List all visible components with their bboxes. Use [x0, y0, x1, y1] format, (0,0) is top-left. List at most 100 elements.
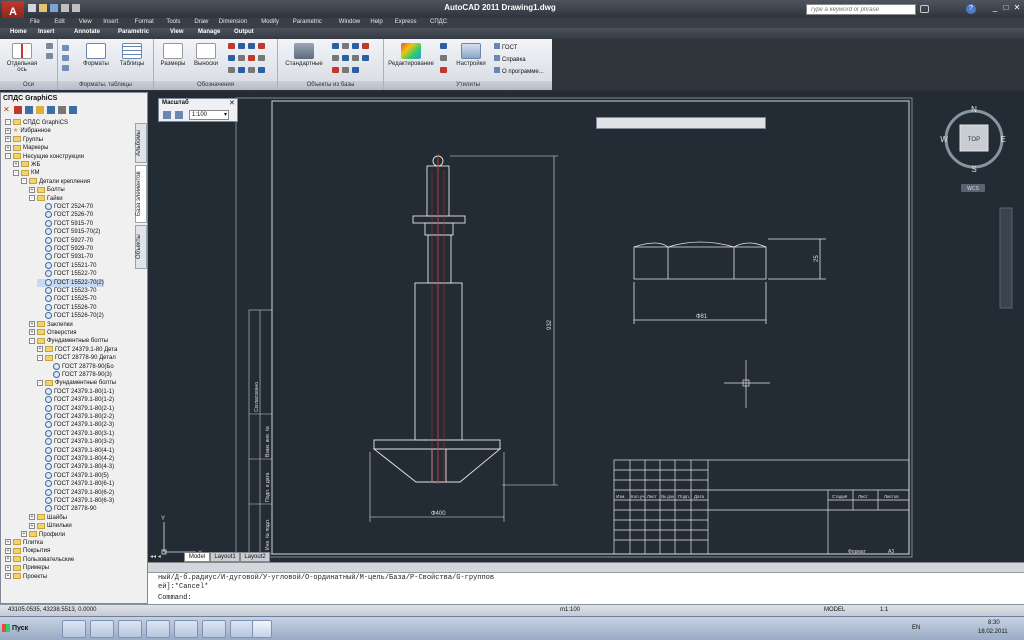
base-tool-icon[interactable] [352, 43, 359, 49]
tree-item[interactable]: ГОСТ 24379.1-80(2-3) [37, 421, 114, 429]
folder-icon[interactable] [36, 106, 44, 114]
taskbar-app-button[interactable] [118, 620, 142, 638]
tree-item[interactable]: ГОСТ 24379.1-80(6-2) [37, 488, 114, 497]
menu-item[interactable]: Express [395, 19, 417, 25]
tree-item[interactable]: ГОСТ 28778-90 [37, 505, 96, 513]
expand-icon[interactable]: + [29, 329, 35, 336]
base-tool-icon[interactable] [342, 43, 349, 49]
small-tool-icon[interactable] [62, 45, 69, 51]
notation-tool-icon[interactable] [228, 55, 235, 61]
dims-button[interactable]: Размеры [157, 43, 189, 67]
notation-tool-icon[interactable] [238, 55, 245, 61]
viewcube-south[interactable]: S [971, 165, 976, 174]
notation-tool-icon[interactable] [258, 43, 265, 49]
taskbar-app-button[interactable] [174, 620, 198, 638]
tab-model[interactable]: Model [184, 552, 210, 562]
tree-item[interactable]: ГОСТ 24379.1-80(1-2) [37, 396, 114, 404]
expand-icon[interactable]: + [5, 539, 11, 546]
scale-status[interactable]: m1:100 [560, 607, 580, 613]
notation-tool-icon[interactable] [258, 55, 265, 61]
expand-icon[interactable]: + [21, 531, 27, 538]
wcs-menu[interactable]: WCS [967, 186, 979, 192]
collapse-icon[interactable]: - [5, 119, 11, 126]
notation-tool-icon[interactable] [238, 43, 245, 49]
axis-tool-icon[interactable] [46, 53, 53, 59]
tree-item[interactable]: + ГОСТ 24379.1-80 Дета [37, 346, 117, 354]
base-tool-icon[interactable] [352, 67, 359, 73]
expand-icon[interactable]: + [29, 522, 35, 529]
collapse-icon[interactable]: - [37, 379, 43, 386]
tree-item[interactable]: ГОСТ 24379.1-80(3-2) [37, 438, 114, 446]
tree-item[interactable]: - Фундаментные болты [29, 337, 108, 345]
menu-item[interactable]: СПДС [430, 19, 447, 25]
tree-item[interactable]: + Отверстия [29, 329, 77, 337]
minimize-button[interactable]: _ [990, 3, 1000, 13]
tree-item[interactable]: ГОСТ 28778-90(3) [45, 371, 112, 379]
menu-item[interactable]: Parametric [293, 19, 322, 25]
tree-item[interactable]: ГОСТ 24379.1-80(2-2) [37, 413, 114, 421]
ribbon-tab[interactable]: Insert [38, 29, 54, 35]
tree-item[interactable]: - КМ [13, 169, 40, 177]
expand-icon[interactable]: + [5, 564, 11, 571]
tree-item[interactable]: + Шпильки [29, 522, 72, 530]
viewcube[interactable]: TOP N S E W WCS [940, 105, 1006, 192]
menu-item[interactable]: File [30, 19, 40, 25]
collapse-icon[interactable]: - [29, 195, 35, 202]
tree-item[interactable]: ГОСТ 24379.1-80(6-1) [37, 480, 114, 488]
tree-item[interactable]: + Болты [29, 186, 65, 194]
help-link[interactable]: Справка [494, 55, 526, 63]
tree-item[interactable]: ГОСТ 24379.1-80(4-2) [37, 455, 114, 463]
ribbon-tab[interactable]: Manage [198, 29, 220, 35]
tree-item[interactable]: ГОСТ 5929-70 [37, 245, 93, 253]
tab-objects[interactable]: Объекты [135, 225, 147, 269]
notation-tool-icon[interactable] [228, 43, 235, 49]
ribbon-tab[interactable]: Home [10, 29, 27, 35]
tree-item[interactable]: ГОСТ 28778-90(Бо [45, 362, 114, 371]
expand-icon[interactable]: + [5, 573, 11, 580]
close-icon[interactable]: ✕ [229, 99, 235, 107]
tree-item[interactable]: - Гайки [29, 195, 63, 203]
tree-item[interactable]: - Фундаментные болты [37, 379, 116, 387]
tree-item[interactable]: ГОСТ 24379.1-80(3-1) [37, 429, 114, 438]
menu-item[interactable]: Insert [103, 19, 118, 25]
tree-view[interactable]: - СПДС GraphiCS + ★ Избранное + Группы + Маркеры… [5, 119, 133, 599]
collapse-icon[interactable]: - [37, 354, 43, 361]
axis-button[interactable]: Отдельная ось [4, 43, 40, 73]
collapse-icon[interactable]: - [13, 169, 19, 176]
redo-icon[interactable] [72, 4, 80, 12]
search-input[interactable] [806, 4, 916, 15]
maximize-button[interactable]: □ [1001, 3, 1011, 13]
tree-item[interactable]: ГОСТ 2526-70 [37, 211, 93, 219]
notation-tool-icon[interactable] [248, 67, 255, 73]
base-tool-icon[interactable] [342, 67, 349, 73]
tree-item[interactable]: ГОСТ 5927-70 [37, 236, 93, 245]
tool-icon[interactable] [14, 106, 22, 114]
tree-item[interactable]: + Группы [5, 136, 43, 144]
small-tool-icon[interactable] [62, 55, 69, 61]
menu-item[interactable]: View [79, 19, 92, 25]
tool-icon[interactable] [69, 106, 77, 114]
tree-item[interactable]: + Профили [21, 531, 65, 539]
menu-item[interactable]: Edit [54, 19, 64, 25]
annotation-scale[interactable]: 1:1 [880, 607, 888, 613]
tab-layout2[interactable]: Layout2 [240, 552, 270, 562]
delete-icon[interactable]: ✕ [3, 106, 11, 114]
expand-icon[interactable]: + [13, 161, 19, 168]
viewcube-east[interactable]: E [1000, 135, 1005, 144]
open-icon[interactable] [39, 4, 47, 12]
formats-button[interactable]: Форматы [80, 43, 112, 67]
notation-tool-icon[interactable] [228, 67, 235, 73]
tree-item[interactable]: ГОСТ 15525-70 [37, 295, 96, 303]
tree-item[interactable]: ГОСТ 24379.1-80(6-3) [37, 497, 114, 505]
leaders-button[interactable]: Выноски [190, 43, 222, 67]
tool-icon[interactable] [47, 106, 55, 114]
collapse-icon[interactable]: - [29, 337, 35, 344]
util-tool-icon[interactable] [440, 43, 447, 49]
tree-item[interactable]: ГОСТ 2524-70 [37, 203, 93, 211]
viewcube-face[interactable]: TOP [968, 137, 980, 143]
tree-item[interactable]: + ★ Избранное [5, 127, 51, 135]
tree-item[interactable]: ГОСТ 5931-70 [37, 253, 93, 261]
standard-button[interactable]: Стандартные [284, 43, 324, 67]
util-tool-icon[interactable] [440, 67, 447, 73]
scale-tool-icon[interactable] [175, 111, 183, 119]
